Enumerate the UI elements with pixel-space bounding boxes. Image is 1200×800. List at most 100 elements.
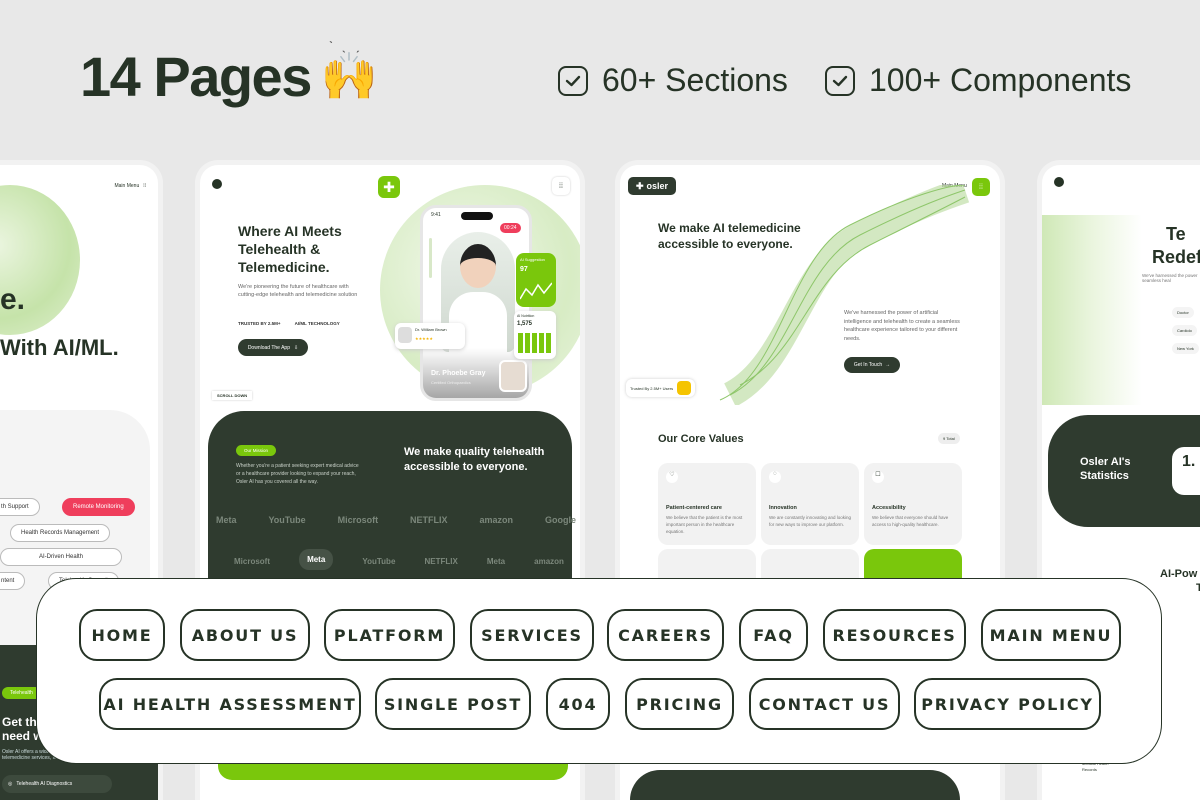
service-pill[interactable]: Health Records Management	[10, 524, 111, 542]
logo-row: Meta YouTube Microsoft NETFLIX amazon Google	[216, 515, 576, 525]
logo-row: Microsoft Meta YouTube NETFLIX Meta amazon	[234, 549, 564, 570]
pages-panel	[36, 578, 1162, 764]
mission-section: Our Mission Whether you're a patient see…	[208, 411, 576, 581]
feature-label: 100+ Components	[869, 62, 1132, 98]
mission-heading: We make quality telehealth accessible to…	[404, 446, 545, 473]
hero-description: We're pioneering the future of healthcar…	[238, 284, 358, 299]
page-link-pricing[interactable]: PRICING	[625, 678, 734, 730]
cross-icon: ✚	[635, 180, 644, 191]
page-link-platform[interactable]: PLATFORM	[324, 609, 455, 661]
feature-components: 100+ Components	[825, 62, 1131, 99]
statistic-card: 1.	[1172, 447, 1200, 495]
page-link-contact-us[interactable]: CONTACT US	[749, 678, 900, 730]
platform-headline: Te Redef	[1152, 224, 1200, 267]
main-menu-link[interactable]: Main Menu ⁞⁞	[114, 183, 146, 189]
trusted-badge: Trusted By 2.5M+ Users	[626, 379, 696, 397]
mission-text: Whether you're a patient seeking expert …	[236, 463, 359, 485]
service-pill[interactable]: th Support	[0, 498, 40, 516]
plus-icon[interactable]: ✚	[378, 176, 400, 198]
nutrition-card: AI Nutrition 1,575	[514, 311, 556, 359]
page-count-title: 14 Pages	[80, 45, 312, 108]
search-chip[interactable]: New York	[1172, 343, 1199, 354]
osler-logo[interactable]: ✚ osler	[628, 177, 676, 195]
bulb-icon: ◌	[769, 471, 781, 483]
headline-tail: e.	[0, 283, 26, 316]
core-values-title: Our Core Values	[658, 433, 744, 445]
accessibility-icon: ☐	[872, 471, 884, 483]
checkbox-icon	[558, 65, 588, 96]
logo-icon	[212, 179, 222, 189]
diagnostics-button[interactable]: ◎ Telehealth AI Diagnostics	[2, 775, 112, 793]
nutrition-value: 1,575	[517, 321, 533, 327]
meta-logo-active[interactable]: Meta	[299, 549, 334, 570]
star-icon	[677, 381, 692, 395]
menu-grid-icon[interactable]: ⁞⁞	[552, 177, 570, 195]
doctor-rating-card[interactable]: Dr. William Brown ★★★★★	[395, 323, 465, 349]
microsoft-logo: Microsoft	[337, 515, 379, 525]
dna-helix-illustration	[719, 185, 970, 405]
page-link-careers[interactable]: CAREERS	[607, 609, 724, 661]
page-link-privacy-policy[interactable]: PRIVACY POLICY	[914, 678, 1101, 730]
logo-icon	[1054, 177, 1064, 187]
meta-logo: Meta	[216, 515, 237, 525]
phone-mockup: 9:41 Dr. Phoebe Gray Certified Orthopaed…	[420, 205, 532, 401]
volume-slider[interactable]	[429, 238, 432, 278]
page-link-resources[interactable]: RESOURCES	[823, 609, 966, 661]
service-pill[interactable]: AI-Driven Health	[0, 548, 123, 566]
ai-score: 97	[520, 266, 528, 273]
youtube-logo: YouTube	[268, 515, 306, 525]
download-app-button[interactable]: Download The App ⇩	[238, 339, 308, 356]
youtube-logo: YouTube	[362, 557, 396, 566]
netflix-logo: NETFLIX	[410, 515, 448, 525]
service-pill[interactable]: ntent	[0, 572, 26, 590]
microsoft-logo: Microsoft	[234, 557, 270, 566]
doctor-face	[460, 244, 496, 288]
mission-tag: Our Mission	[236, 445, 277, 456]
get-in-touch-button[interactable]: Get In Touch →	[844, 357, 900, 373]
value-card[interactable]: ♡ Patient-centered care We believe that …	[658, 463, 756, 545]
heart-icon: ♡	[666, 471, 678, 483]
statistics-title: Osler AI's Statistics	[1080, 456, 1131, 483]
ai-icon: ◎	[8, 781, 13, 787]
doctor-title: Certified Orthopaedics	[431, 380, 471, 385]
spark-lines-icon: ˋ ˎ ˏ	[328, 39, 363, 53]
page-link-single-post[interactable]: SINGLE POST	[375, 678, 531, 730]
trust-row: TRUSTED BY 2.5M+ AI/ML TECHNOLOGY	[238, 321, 340, 326]
patient-thumbnail[interactable]	[499, 360, 527, 392]
dark-section-peek	[630, 770, 960, 800]
page-link-home[interactable]: HOME	[79, 609, 165, 661]
amazon-logo: amazon	[479, 515, 514, 525]
service-pill-active[interactable]: Remote Monitoring	[62, 498, 135, 516]
dynamic-island	[461, 212, 493, 220]
page-link-about-us[interactable]: ABOUT US	[180, 609, 310, 661]
green-section-peek	[218, 764, 568, 780]
page-link-main-menu[interactable]: MAIN MENU	[981, 609, 1121, 661]
avatar	[398, 327, 412, 343]
meta-logo: Meta	[486, 557, 506, 566]
star-rating-icon: ★★★★★	[415, 336, 433, 341]
search-chip[interactable]: Doctor	[1172, 307, 1194, 318]
platform-sub: We've harnessed the power seamless heal	[1142, 273, 1198, 283]
nutrition-grid	[518, 333, 552, 353]
value-card[interactable]: ☐ Accessibility We believe that everyone…	[864, 463, 962, 545]
grid-icon: ⁞⁞	[143, 183, 146, 189]
page-link-404[interactable]: 404	[546, 678, 610, 730]
search-chip[interactable]: Cardiolo	[1172, 325, 1197, 336]
menu-grid-icon[interactable]: ⁞⁞	[972, 178, 990, 196]
raised-hands-icon: ˋ ˎ ˏ 🙌	[320, 39, 378, 102]
page-link-faq[interactable]: FAQ	[739, 609, 808, 661]
ai-suggestion-card: AI Suggestion 97	[516, 253, 556, 307]
glass-bars-illustration	[1042, 215, 1142, 405]
call-timer: 00:24	[500, 223, 521, 233]
google-logo: Google	[544, 515, 576, 525]
page-link-services[interactable]: SERVICES	[470, 609, 594, 661]
download-icon: ⇩	[293, 344, 299, 351]
value-card[interactable]: ◌ Innovation We are constantly innovatin…	[761, 463, 859, 545]
amazon-logo: amazon	[534, 557, 564, 566]
doctor-name: Dr. Phoebe Gray	[431, 370, 486, 377]
statistics-section: Osler AI's Statistics 1.	[1048, 415, 1200, 527]
page-link-ai-health-assessment[interactable]: AI HEALTH ASSESSMENT	[99, 678, 361, 730]
scroll-down-label[interactable]: SCROLL DOWN	[212, 391, 253, 400]
hero-headline: Where AI Meets Telehealth & Telemedicine…	[238, 223, 342, 275]
netflix-logo: NETFLIX	[424, 557, 458, 566]
